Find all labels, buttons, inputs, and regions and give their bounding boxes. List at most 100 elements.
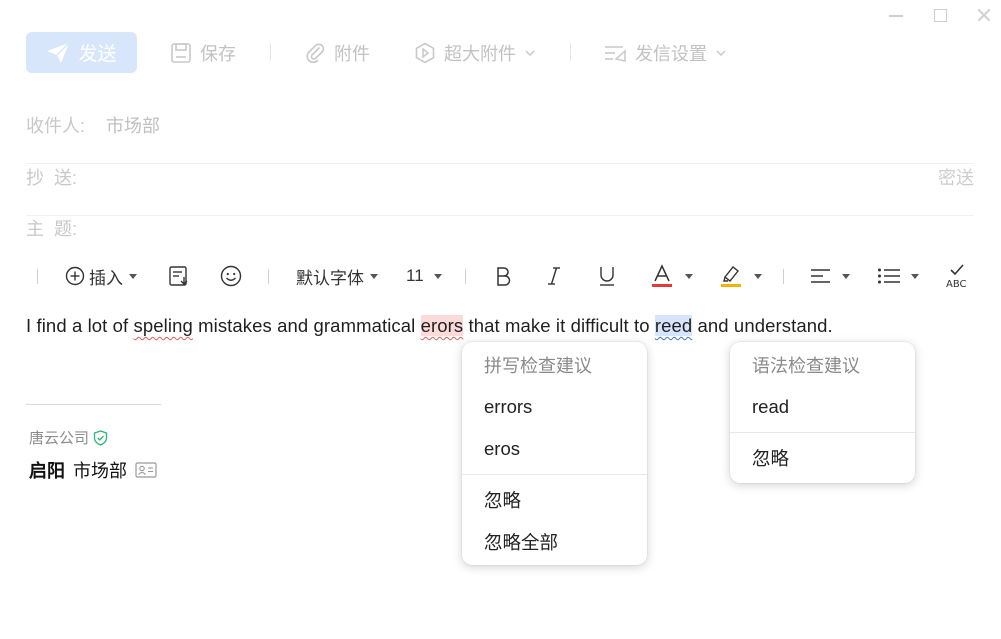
italic-button[interactable] — [545, 262, 563, 290]
grammar-menu: 语法检查建议 read 忽略 — [730, 342, 915, 483]
template-icon — [169, 266, 188, 286]
suggestion-item[interactable]: errors — [462, 386, 647, 428]
spellcheck-icon: ABC — [946, 264, 967, 289]
caret-down-icon — [370, 273, 378, 279]
insert-label: 插入 — [89, 268, 123, 288]
smiley-icon — [220, 265, 242, 287]
bullet-list-icon — [878, 268, 900, 284]
to-recipient[interactable]: 市场部 — [106, 112, 160, 138]
large-attachment-label: 超大附件 — [444, 44, 516, 64]
signature-divider — [26, 404, 161, 405]
send-settings-label: 发信设置 — [635, 44, 707, 64]
attachment-label: 附件 — [334, 44, 370, 64]
cc-field-row[interactable]: 抄 送: 密送 — [26, 164, 974, 216]
bold-icon — [497, 267, 511, 286]
maximize-icon[interactable] — [931, 6, 949, 24]
grammar-menu-title: 语法检查建议 — [752, 356, 860, 376]
caret-down-icon — [433, 273, 442, 279]
send-button[interactable]: 发送 — [26, 32, 137, 73]
bcc-link[interactable]: 密送 — [938, 164, 974, 190]
caret-down-icon — [129, 273, 137, 279]
chevron-down-icon — [716, 50, 726, 57]
align-button[interactable] — [810, 262, 850, 290]
toolbar-divider — [270, 43, 271, 61]
large-attachment-button[interactable]: 超大附件 — [414, 40, 536, 66]
suggestion-item[interactable]: eros — [462, 428, 647, 470]
signature-name: 启阳 市场部 — [29, 457, 157, 483]
save-button[interactable]: 保存 — [170, 40, 236, 66]
emoji-button[interactable] — [220, 262, 242, 290]
underline-button[interactable] — [597, 262, 617, 290]
grammar-error-word[interactable]: reed — [654, 315, 693, 336]
body-text: and understand. — [692, 315, 833, 336]
subject-field-row[interactable]: 主 题: — [26, 215, 974, 266]
paperclip-icon — [306, 43, 325, 63]
font-size-value: 11 — [406, 266, 424, 285]
underline-icon — [600, 267, 614, 286]
template-button[interactable] — [168, 262, 190, 290]
verified-shield-icon — [93, 429, 108, 446]
plus-circle-icon — [65, 266, 85, 286]
highlight-button[interactable] — [720, 262, 762, 290]
font-color-icon — [652, 264, 672, 287]
paper-plane-icon — [47, 41, 71, 63]
font-size-select[interactable]: 11 — [406, 262, 442, 290]
toolbar-divider — [570, 43, 571, 61]
insert-button[interactable]: 插入 — [65, 262, 137, 290]
caret-down-icon — [754, 273, 762, 279]
cc-label: 抄 送: — [26, 168, 78, 188]
font-family-value: 默认字体 — [296, 268, 364, 288]
font-family-select[interactable]: 默认字体 — [296, 262, 378, 290]
send-settings-icon — [605, 46, 626, 62]
ignore-item[interactable]: 忽略 — [462, 479, 647, 521]
toolbar-divider — [465, 269, 466, 284]
attachment-button[interactable]: 附件 — [304, 40, 370, 66]
contact-card-icon[interactable] — [135, 462, 157, 478]
format-toolbar: 插入 默认字体 11 ABC — [0, 262, 1001, 290]
body-text: mistakes and grammatical — [192, 315, 421, 336]
save-label: 保存 — [200, 44, 236, 64]
spellcheck-button[interactable]: ABC — [945, 262, 973, 290]
sender-name: 启阳 — [29, 461, 65, 481]
list-button[interactable] — [877, 262, 919, 290]
to-field-row[interactable]: 收件人: 市场部 — [26, 112, 974, 164]
window-controls — [887, 6, 993, 24]
body-text: that make it difficult to — [463, 315, 655, 336]
italic-icon — [548, 267, 560, 285]
caret-down-icon — [911, 273, 919, 279]
caret-down-icon — [842, 273, 850, 279]
menu-divider — [462, 474, 647, 475]
font-color-button[interactable] — [651, 262, 693, 290]
spellcheck-menu-title: 拼写检查建议 — [484, 356, 592, 376]
suggestion-item[interactable]: read — [730, 386, 915, 428]
chevron-down-icon — [525, 50, 535, 57]
misspelled-word-selected[interactable]: erors — [420, 315, 464, 336]
align-left-icon — [811, 269, 830, 283]
spellcheck-menu: 拼写检查建议 errors eros 忽略 忽略全部 — [462, 342, 647, 565]
ignore-item[interactable]: 忽略 — [730, 437, 915, 479]
subject-label: 主 题: — [26, 219, 78, 239]
toolbar-divider — [268, 269, 269, 284]
highlighter-icon — [721, 266, 741, 287]
toolbar-divider — [783, 269, 784, 284]
toolbar-divider — [37, 269, 38, 284]
save-icon — [171, 43, 191, 63]
to-label: 收件人: — [26, 116, 86, 136]
menu-divider — [730, 432, 915, 433]
compose-toolbar: 发送 保存 附件 超大附件 发信设置 — [0, 32, 1001, 74]
bold-button[interactable] — [494, 262, 512, 290]
send-settings-button[interactable]: 发信设置 — [603, 40, 727, 66]
signature-company: 唐云公司 — [29, 427, 108, 448]
svg-text:ABC: ABC — [946, 279, 967, 289]
large-attachment-icon — [415, 42, 435, 64]
minimize-icon[interactable] — [887, 6, 905, 24]
company-name: 唐云公司 — [29, 430, 90, 447]
body-text: I find a lot of — [26, 315, 134, 336]
caret-down-icon — [685, 273, 693, 279]
sender-department: 市场部 — [73, 461, 127, 481]
close-icon[interactable] — [975, 6, 993, 24]
misspelled-word[interactable]: speling — [134, 315, 193, 336]
send-label: 发送 — [78, 44, 117, 65]
email-body[interactable]: I find a lot of speling mistakes and gra… — [26, 315, 833, 337]
ignore-all-item[interactable]: 忽略全部 — [462, 521, 647, 563]
